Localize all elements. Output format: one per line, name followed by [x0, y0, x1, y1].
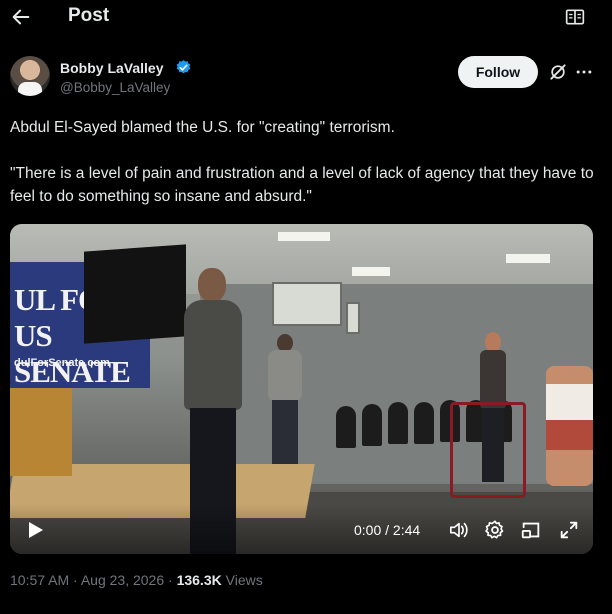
author-handle[interactable]: @Bobby_LaValley	[60, 80, 170, 95]
video-player[interactable]: UL FOR US SENATE dulForSenate.com 0:00 /…	[10, 224, 593, 554]
page-title: Post	[68, 5, 110, 26]
picture-in-picture-icon[interactable]	[520, 519, 542, 541]
avatar[interactable]	[10, 56, 50, 96]
post-date[interactable]: Aug 23, 2026	[81, 572, 164, 588]
verified-badge-icon	[176, 60, 191, 74]
campaign-banner-url: dulForSenate.com	[14, 357, 110, 369]
arrow-left-icon[interactable]	[10, 6, 32, 28]
top-bar: Post	[0, 0, 612, 34]
settings-icon[interactable]	[484, 519, 506, 541]
post-meta: 10:57 AM · Aug 23, 2026 · 136.3K Views	[10, 572, 263, 588]
views-count[interactable]: 136.3K	[177, 572, 222, 588]
post-text-line2: "There is a level of pain and frustratio…	[10, 165, 594, 205]
video-scene-podium	[10, 386, 72, 476]
video-scene-tv	[84, 244, 186, 344]
play-icon[interactable]	[28, 521, 44, 539]
views-label: Views	[225, 572, 263, 588]
post-text-line1: Abdul El-Sayed blamed the U.S. for "crea…	[10, 119, 395, 136]
grok-icon[interactable]	[548, 62, 568, 82]
video-time: 0:00 / 2:44	[354, 522, 421, 538]
more-horizontal-icon[interactable]	[574, 62, 594, 82]
volume-icon[interactable]	[448, 520, 470, 540]
post-time[interactable]: 10:57 AM	[10, 572, 69, 588]
fullscreen-icon[interactable]	[558, 519, 580, 541]
video-scene-seated-person	[546, 366, 593, 486]
video-scene-photographer	[264, 334, 306, 464]
video-scene-walker	[450, 402, 526, 498]
follow-button[interactable]: Follow	[458, 56, 538, 88]
reader-mode-icon[interactable]	[565, 8, 585, 26]
author-name[interactable]: Bobby LaValley	[60, 60, 163, 76]
